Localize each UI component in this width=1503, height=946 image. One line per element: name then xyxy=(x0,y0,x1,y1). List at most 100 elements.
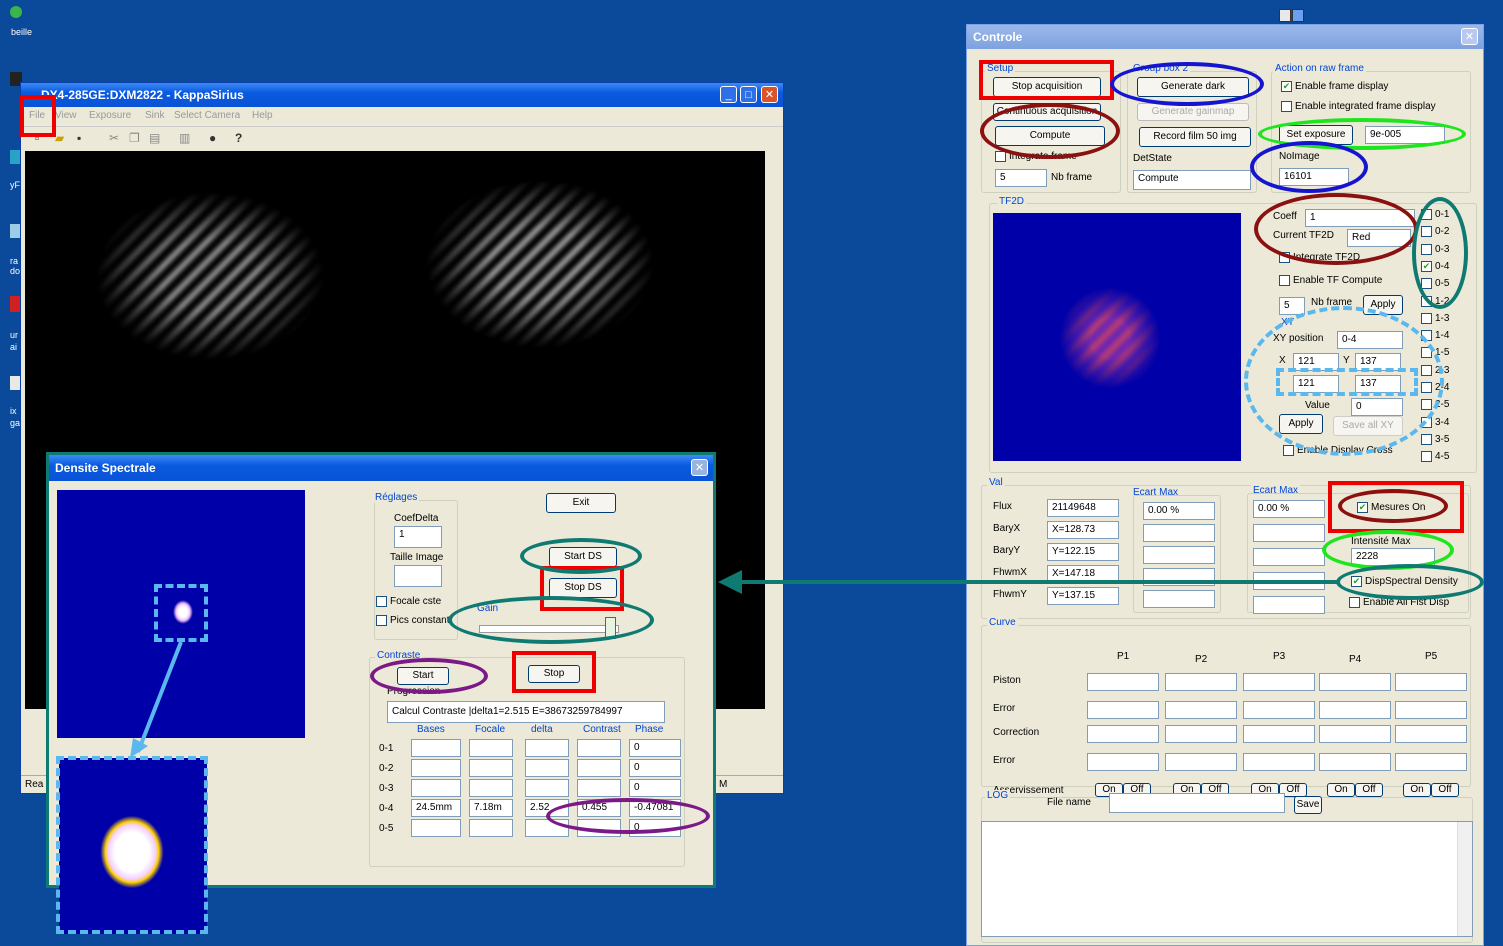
baseline-checkbox-0-5[interactable]: 0-5 xyxy=(1421,278,1449,289)
table-cell[interactable] xyxy=(577,819,621,837)
menu-file[interactable]: File xyxy=(29,107,45,125)
table-cell[interactable] xyxy=(411,819,461,837)
curve-cell[interactable] xyxy=(1319,725,1391,743)
curve-cell[interactable] xyxy=(1087,753,1159,771)
curve-cell[interactable] xyxy=(1165,673,1237,691)
exit-button[interactable]: Exit xyxy=(546,493,616,513)
curve-cell[interactable] xyxy=(1319,753,1391,771)
new-file-icon[interactable]: ▫ xyxy=(35,127,39,149)
asserv-off-button[interactable]: Off xyxy=(1431,783,1459,797)
table-cell[interactable]: 0 xyxy=(629,819,681,837)
table-cell[interactable] xyxy=(525,739,569,757)
curve-cell[interactable] xyxy=(1319,673,1391,691)
enable-frame-display-checkbox[interactable]: ✔ Enable frame display xyxy=(1281,81,1388,92)
baseline-checkbox-1-2[interactable]: 1-2 xyxy=(1421,295,1449,307)
baseline-checkbox-2-5[interactable]: 2-5 xyxy=(1421,399,1449,410)
table-cell[interactable] xyxy=(469,739,513,757)
integrate-tf2d-checkbox[interactable]: Integrate TF2D xyxy=(1279,252,1360,263)
menu-exposure[interactable]: Exposure xyxy=(89,107,131,125)
menu-sink[interactable]: Sink xyxy=(145,107,164,125)
ds-titlebar[interactable]: Densite Spectrale xyxy=(49,455,713,481)
open-folder-icon[interactable]: ▰ xyxy=(55,127,64,149)
baseline-checkbox-2-4[interactable]: 2-4 xyxy=(1421,382,1449,393)
baseline-checkbox-1-3[interactable]: 1-3 xyxy=(1421,312,1449,324)
curve-cell[interactable] xyxy=(1243,753,1315,771)
table-cell[interactable] xyxy=(469,779,513,797)
baseline-checkbox-1-4[interactable]: 1-4 xyxy=(1421,330,1449,341)
table-cell[interactable] xyxy=(411,779,461,797)
xy-apply-button[interactable]: Apply xyxy=(1279,414,1323,434)
minimize-button[interactable]: _ xyxy=(720,86,737,103)
compute-button[interactable]: Compute xyxy=(995,126,1105,146)
camera-window-titlebar[interactable]: DX4-285GE:DXM2822 - KappaSirius xyxy=(21,83,783,107)
controle-close-button[interactable]: ✕ xyxy=(1461,28,1478,45)
current-tf2d-select[interactable]: Red xyxy=(1347,229,1411,247)
y2-input[interactable]: 137 xyxy=(1355,375,1401,393)
file-name-input[interactable] xyxy=(1109,793,1285,813)
table-cell[interactable] xyxy=(525,779,569,797)
contraste-stop-button[interactable]: Stop xyxy=(528,665,580,683)
gain-slider-thumb[interactable] xyxy=(605,617,616,639)
scroll-right-area[interactable] xyxy=(765,151,781,709)
menu-view[interactable]: View xyxy=(55,107,77,125)
menu-select-camera[interactable]: Select Camera xyxy=(174,107,240,125)
stop-acquisition-button[interactable]: Stop acquisition xyxy=(993,77,1101,97)
cut-icon[interactable]: ✂ xyxy=(109,127,119,149)
baseline-checkbox-4-5[interactable]: 4-5 xyxy=(1421,451,1449,462)
curve-cell[interactable] xyxy=(1165,725,1237,743)
generate-gainmap-button[interactable]: Generate gainmap xyxy=(1137,103,1249,121)
tf2d-nbframe-input[interactable]: 5 xyxy=(1279,297,1305,315)
paste-icon[interactable]: ▤ xyxy=(149,127,160,149)
baseline-checkbox-0-2[interactable]: 0-2 xyxy=(1421,226,1449,237)
baseline-checkbox-2-3[interactable]: 2-3 xyxy=(1421,364,1449,376)
table-cell[interactable] xyxy=(577,759,621,777)
help-icon[interactable]: ? xyxy=(235,127,242,149)
taille-image-input[interactable] xyxy=(394,565,442,587)
table-cell[interactable]: -0.47081 xyxy=(629,799,681,817)
print-icon[interactable]: ▥ xyxy=(179,127,190,149)
ds-close-button[interactable]: ✕ xyxy=(691,459,708,476)
disp-spectral-density-checkbox[interactable]: ✔ DispSpectral Density xyxy=(1351,576,1458,587)
table-cell[interactable] xyxy=(525,819,569,837)
maximize-button[interactable]: □ xyxy=(740,86,757,103)
stop-ds-button[interactable]: Stop DS xyxy=(549,578,617,598)
table-cell[interactable] xyxy=(411,759,461,777)
close-button[interactable]: ✕ xyxy=(761,86,778,103)
generate-dark-button[interactable]: Generate dark xyxy=(1137,77,1249,97)
curve-cell[interactable] xyxy=(1395,673,1467,691)
baseline-checkbox-0-3[interactable]: 0-3 xyxy=(1421,243,1449,255)
table-cell[interactable] xyxy=(577,739,621,757)
baseline-checkbox-3-5[interactable]: 3-5 xyxy=(1421,433,1449,445)
baseline-checkbox-0-1[interactable]: 0-1 xyxy=(1421,209,1449,220)
table-cell[interactable]: 0 xyxy=(629,779,681,797)
controle-titlebar[interactable]: Controle xyxy=(967,25,1483,49)
integrate-frame-checkbox[interactable]: Integrate frame xyxy=(995,151,1077,162)
coeff-input[interactable]: 1 xyxy=(1305,209,1415,227)
gain-slider[interactable] xyxy=(479,625,619,633)
copy-icon[interactable]: ❐ xyxy=(129,127,140,149)
table-cell[interactable]: 0 xyxy=(629,759,681,777)
baseline-checkbox-0-4[interactable]: ✔ 0-4 xyxy=(1421,260,1449,272)
recycle-bin-icon[interactable] xyxy=(10,6,22,18)
log-save-button[interactable]: Save xyxy=(1294,796,1322,814)
log-scrollbar[interactable] xyxy=(1457,822,1472,936)
xy-position-select[interactable]: 0-4 xyxy=(1337,331,1403,349)
enable-display-cross-checkbox[interactable]: Enable Display Cross xyxy=(1283,445,1393,456)
exposure-input[interactable]: 9e-005 xyxy=(1365,126,1445,144)
table-cell[interactable] xyxy=(577,779,621,797)
curve-cell[interactable] xyxy=(1243,725,1315,743)
tray-icon[interactable] xyxy=(1279,9,1291,22)
table-cell[interactable] xyxy=(411,739,461,757)
save-all-xy-button[interactable]: Save all XY xyxy=(1333,416,1403,436)
curve-cell[interactable] xyxy=(1319,701,1391,719)
focale-cste-checkbox[interactable]: Focale cste xyxy=(376,596,441,607)
table-cell[interactable] xyxy=(469,819,513,837)
contraste-start-button[interactable]: Start xyxy=(397,667,449,685)
curve-cell[interactable] xyxy=(1087,725,1159,743)
record-film-button[interactable]: Record film 50 img xyxy=(1139,127,1251,147)
curve-cell[interactable] xyxy=(1395,753,1467,771)
mesures-on-checkbox[interactable]: ✔ Mesures On xyxy=(1357,502,1425,513)
asserv-off-button[interactable]: Off xyxy=(1355,783,1383,797)
tf2d-apply-button[interactable]: Apply xyxy=(1363,295,1403,315)
continuous-acquisition-button[interactable]: Continuous acquisition xyxy=(993,103,1101,121)
